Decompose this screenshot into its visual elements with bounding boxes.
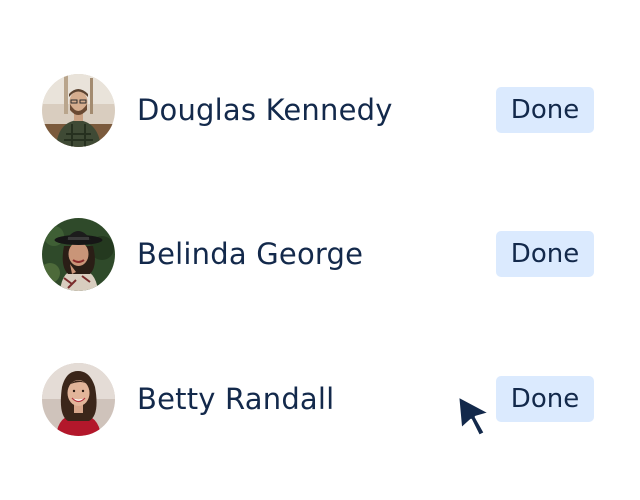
avatar xyxy=(42,363,115,436)
person-name: Belinda George xyxy=(137,237,364,271)
person-name: Betty Randall xyxy=(137,382,335,416)
list-item: Betty Randall Done xyxy=(0,363,640,437)
mouse-pointer-icon xyxy=(455,393,495,439)
avatar-belinda-george xyxy=(42,218,115,291)
list-item: Douglas Kennedy Done xyxy=(0,74,640,148)
done-button[interactable]: Done xyxy=(496,231,594,277)
avatar xyxy=(42,74,115,147)
list-item: Belinda George Done xyxy=(0,218,640,292)
avatar xyxy=(42,218,115,291)
done-button[interactable]: Done xyxy=(496,376,594,422)
avatar-betty-randall xyxy=(42,363,115,436)
people-list: Douglas Kennedy Done Belinda George Done… xyxy=(0,0,640,500)
done-button[interactable]: Done xyxy=(496,87,594,133)
avatar-douglas-kennedy xyxy=(42,74,115,147)
person-name: Douglas Kennedy xyxy=(137,93,393,127)
